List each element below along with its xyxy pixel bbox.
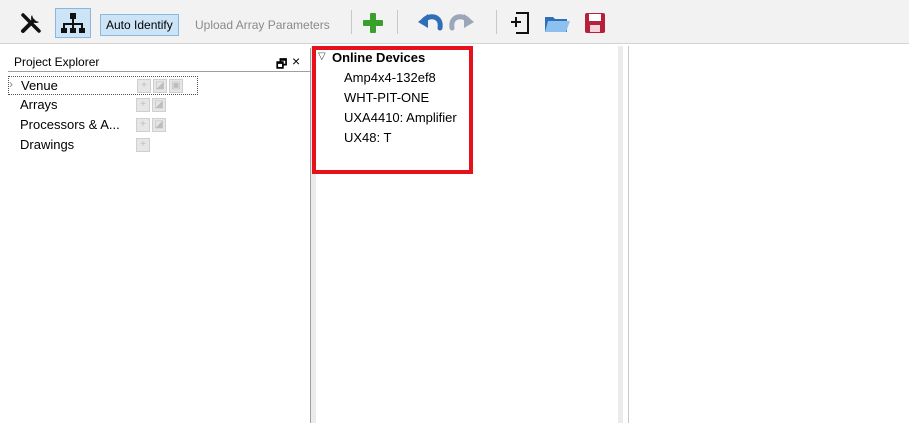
highlight-box <box>312 46 473 174</box>
redo-button[interactable] <box>446 8 478 38</box>
main-toolbar: Auto Identify Upload Array Parameters <box>0 0 909 44</box>
auto-identify-button[interactable]: Auto Identify <box>100 14 179 36</box>
edit-icon[interactable]: ◪ <box>153 79 167 93</box>
details-panel <box>628 46 909 423</box>
tree-item-venue[interactable]: › Venue + ◪ ▣ <box>8 76 198 95</box>
upload-array-parameters-button[interactable]: Upload Array Parameters <box>190 14 335 36</box>
tools-button[interactable] <box>16 8 46 38</box>
tree-item-drawings[interactable]: Drawings + <box>8 136 198 155</box>
tree-item-label: Drawings <box>20 137 75 152</box>
toolbar-separator <box>351 10 352 34</box>
add-button[interactable] <box>358 8 388 38</box>
edit-icon[interactable]: ◪ <box>152 98 166 112</box>
edit-icon[interactable]: ◪ <box>152 118 166 132</box>
tree-item-arrays[interactable]: Arrays + ◪ <box>8 96 198 115</box>
open-button[interactable] <box>541 8 573 38</box>
save-button[interactable] <box>580 8 610 38</box>
chevron-right-icon[interactable]: › <box>9 77 13 91</box>
save-icon[interactable]: ▣ <box>169 79 183 93</box>
tree-item-processors[interactable]: Processors & A... + ◪ <box>8 116 198 135</box>
network-button[interactable] <box>55 8 91 38</box>
undo-icon <box>418 14 443 31</box>
add-icon[interactable]: + <box>136 138 150 152</box>
tools-icon <box>21 13 41 33</box>
float-panel-button[interactable]: 🗗 <box>276 55 287 76</box>
close-panel-button[interactable]: × <box>292 53 300 69</box>
toolbar-separator <box>496 10 497 34</box>
project-explorer-title: Project Explorer <box>14 55 100 69</box>
add-icon[interactable]: + <box>136 98 150 112</box>
add-icon[interactable]: + <box>136 118 150 132</box>
undo-button[interactable] <box>414 8 446 38</box>
toolbar-separator <box>397 10 398 34</box>
add-icon[interactable]: + <box>137 79 151 93</box>
redo-icon <box>449 14 474 31</box>
tree-item-label: Processors & A... <box>20 117 120 132</box>
project-explorer-panel: Project Explorer 🗗 × › Venue + ◪ ▣ Array… <box>0 48 311 423</box>
network-icon <box>61 13 85 33</box>
new-button[interactable] <box>506 8 536 38</box>
project-explorer-header: Project Explorer 🗗 × <box>8 52 310 72</box>
tree-item-label: Venue <box>21 78 58 93</box>
save-icon <box>585 13 605 33</box>
tree-item-label: Arrays <box>20 97 58 112</box>
plus-icon <box>363 13 383 33</box>
new-document-icon <box>511 12 529 34</box>
open-folder-icon <box>545 17 570 32</box>
